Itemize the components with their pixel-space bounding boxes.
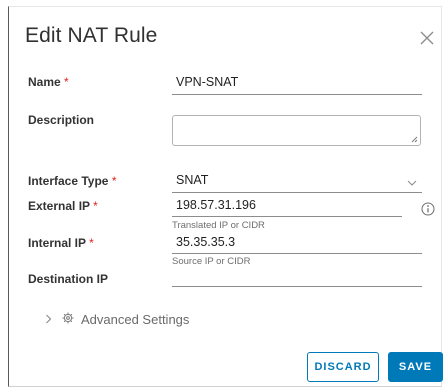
- name-label: Name *: [28, 75, 69, 89]
- info-icon[interactable]: [421, 202, 435, 216]
- external-ip-input[interactable]: 198.57.31.196: [172, 195, 402, 217]
- destination-ip-label: Destination IP: [28, 272, 109, 286]
- interface-type-label-text: Interface Type: [28, 174, 109, 188]
- chevron-down-icon[interactable]: [407, 174, 417, 192]
- save-button[interactable]: SAVE: [388, 352, 443, 382]
- interface-type-label: Interface Type *: [28, 174, 117, 188]
- name-label-text: Name: [28, 75, 61, 89]
- chevron-right-icon: [45, 312, 52, 327]
- interface-type-select[interactable]: SNAT: [172, 169, 422, 193]
- external-ip-label-text: External IP: [28, 199, 90, 213]
- external-ip-helper: Translated IP or CIDR: [172, 220, 265, 231]
- required-mark: *: [64, 75, 69, 89]
- gear-icon: [62, 312, 74, 327]
- external-ip-label: External IP *: [28, 199, 98, 213]
- required-mark: *: [111, 174, 117, 188]
- resize-grip-icon[interactable]: [411, 136, 418, 143]
- edit-nat-rule-dialog: Edit NAT Rule Name * VPN-SNAT Descriptio…: [8, 6, 443, 387]
- advanced-settings-toggle[interactable]: Advanced Settings: [45, 312, 189, 327]
- internal-ip-input[interactable]: 35.35.35.3: [172, 232, 422, 254]
- required-mark: *: [89, 236, 94, 250]
- description-label: Description: [28, 113, 95, 127]
- dialog-title: Edit NAT Rule: [25, 24, 158, 47]
- destination-ip-input[interactable]: [172, 265, 422, 287]
- internal-ip-label-text: Internal IP: [28, 236, 86, 250]
- discard-button[interactable]: DISCARD: [307, 352, 379, 382]
- internal-ip-label: Internal IP *: [28, 236, 94, 250]
- name-input[interactable]: VPN-SNAT: [172, 71, 422, 95]
- close-icon[interactable]: [420, 31, 436, 47]
- required-mark: *: [93, 199, 98, 213]
- advanced-settings-label: Advanced Settings: [81, 312, 190, 327]
- description-textarea[interactable]: [172, 115, 421, 146]
